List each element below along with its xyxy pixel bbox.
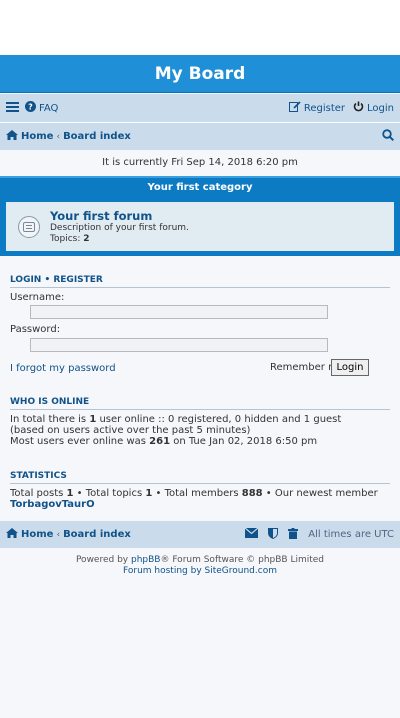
powered-line: Powered by phpBB® Forum Software © phpBB… [0, 555, 400, 566]
timezone-note: All times are UTC [308, 529, 394, 540]
forum-row: Your first forum Description of your fir… [0, 196, 400, 256]
login-link[interactable]: Login [353, 101, 394, 115]
breadcrumb: Home ‹ Board index [0, 122, 400, 150]
category-title[interactable]: Your first category [148, 182, 253, 193]
statistics-title: STATISTICS [10, 471, 67, 481]
footer-nav-bar: Home ‹ Board index All times are UTC [0, 521, 400, 548]
shield-icon[interactable] [268, 527, 279, 542]
password-label: Password: [10, 324, 61, 335]
faq-label: FAQ [39, 102, 59, 114]
home-icon [6, 130, 18, 143]
footer-breadcrumb-home[interactable]: Home [6, 528, 53, 541]
online-line-3: Most users ever online was 261 on Tue Ja… [10, 436, 390, 447]
footer-board-index[interactable]: Board index [63, 529, 131, 540]
breadcrumb-separator: ‹ [56, 529, 61, 540]
login-register-link[interactable]: LOGIN • REGISTER [10, 275, 103, 285]
powered-text: ® Forum Software © phpBB Limited [160, 555, 325, 565]
username-label: Username: [10, 292, 65, 303]
forum-title[interactable]: Your first forum [50, 209, 189, 223]
newest-member-link[interactable]: TorbagovTaurO [10, 499, 95, 510]
login-section-title: LOGIN • REGISTER [10, 275, 103, 285]
category-header: Your first category [0, 176, 400, 196]
stats-text: • Total topics [73, 488, 146, 499]
stats-text: • Our newest member [262, 488, 378, 499]
online-text: In total there is [10, 414, 90, 425]
online-line-1: In total there is 1 user online :: 0 reg… [10, 414, 390, 425]
site-title[interactable]: My Board [155, 64, 246, 84]
online-text: user online :: 0 registered, 0 hidden an… [96, 414, 342, 425]
forum-topics-label: Topics: [50, 233, 81, 244]
total-members: 888 [241, 488, 263, 499]
online-max-count: 261 [149, 436, 171, 447]
footer-icons: All times are UTC [244, 527, 394, 542]
home-icon [6, 528, 18, 541]
online-stats: In total there is 1 user online :: 0 reg… [10, 414, 390, 447]
forum-list-item: Your first forum Description of your fir… [6, 202, 394, 251]
forum-topics: Topics: 2 [50, 234, 189, 245]
powered-by: Powered by phpBB® Forum Software © phpBB… [0, 555, 400, 577]
stats-text: • Total members [152, 488, 242, 499]
forum-description: Description of your first forum. [50, 222, 189, 233]
register-label: Register [303, 102, 346, 114]
powered-text: Powered by [75, 555, 131, 565]
online-text: on Tue Jan 02, 2018 6:50 pm [170, 436, 318, 447]
empty-area [0, 582, 400, 718]
breadcrumb-board-index[interactable]: Board index [63, 131, 131, 142]
total-posts: 1 [66, 488, 74, 499]
login-button[interactable]: Login [331, 359, 369, 376]
forum-read-icon [18, 215, 40, 238]
faq-link[interactable]: ? FAQ [25, 101, 58, 115]
username-input[interactable] [30, 305, 328, 319]
top-nav-bar: ? FAQ Register Login [0, 94, 400, 122]
question-icon: ? [25, 101, 36, 115]
envelope-icon[interactable] [244, 527, 259, 541]
top-blank-area [0, 0, 400, 55]
login-label: Login [367, 102, 394, 114]
site-header: My Board [0, 55, 400, 93]
power-icon [353, 101, 364, 115]
divider [10, 409, 390, 410]
divider [10, 287, 390, 288]
phpbb-link[interactable]: phpBB [131, 555, 160, 565]
stats-text: Total posts [10, 488, 67, 499]
forum-topics-count: 2 [83, 233, 90, 244]
footer-home-label: Home [21, 529, 54, 540]
forgot-password-link[interactable]: I forgot my password [10, 363, 116, 374]
statistics-text: Total posts 1 • Total topics 1 • Total m… [10, 488, 390, 510]
trash-icon[interactable] [288, 527, 299, 542]
online-line-2: (based on users active over the past 5 m… [10, 425, 251, 436]
divider [10, 483, 390, 484]
forum-text: Your first forum Description of your fir… [50, 209, 189, 245]
menu-icon[interactable] [6, 101, 19, 115]
hosting-link[interactable]: Forum hosting by SiteGround.com [0, 566, 400, 577]
register-link[interactable]: Register [288, 101, 346, 115]
who-is-online-title: WHO IS ONLINE [10, 397, 90, 407]
breadcrumb-home-label: Home [21, 131, 54, 142]
svg-text:?: ? [28, 103, 33, 112]
breadcrumb-separator: ‹ [56, 131, 61, 142]
search-icon[interactable] [382, 129, 395, 144]
current-datetime: It is currently Fri Sep 14, 2018 6:20 pm [102, 157, 298, 168]
password-input[interactable] [30, 338, 328, 352]
online-text: Most users ever online was [10, 436, 150, 447]
breadcrumb-home[interactable]: Home [6, 130, 53, 143]
edit-icon [288, 101, 301, 115]
